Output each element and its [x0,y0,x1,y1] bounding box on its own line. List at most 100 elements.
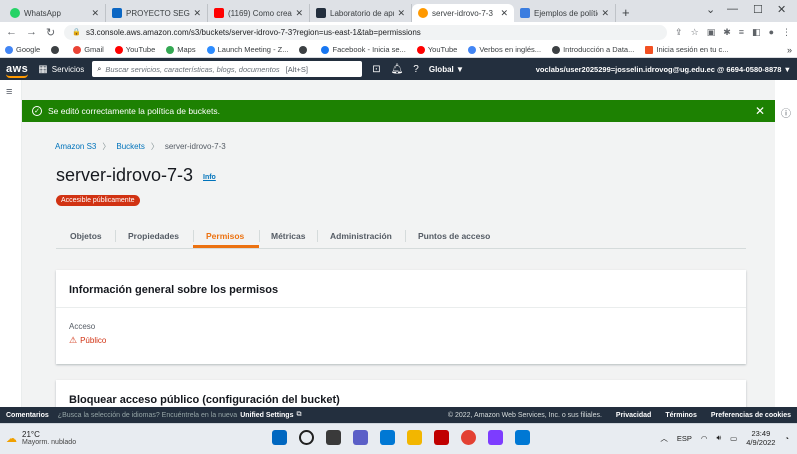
close-tab-icon[interactable]: ✕ [193,8,201,19]
forward-icon[interactable]: → [26,26,37,38]
search-taskbar-icon[interactable] [299,430,314,445]
region-selector[interactable]: Global ▼ [429,65,464,74]
app-icon[interactable] [434,430,449,445]
extension-icon[interactable]: ▣ [707,27,716,38]
back-icon[interactable]: ← [6,26,17,38]
tab-administracion[interactable]: Administración [330,231,392,241]
browser-tab-s3[interactable]: server-idrovo-7-3 ✕ [412,4,514,22]
tab-divider [317,230,318,242]
puzzle-icon[interactable]: ✱ [723,27,731,38]
bookmark-google[interactable]: Google [5,45,40,54]
breadcrumb-amazon-s3[interactable]: Amazon S3 [55,142,96,151]
bell-icon[interactable]: 🔔︎ [391,64,404,75]
services-menu-button[interactable]: ▦ Servicios [38,64,84,75]
bookmark-gmail[interactable]: Gmail [73,45,104,54]
aws-search-input[interactable]: ⌕ Buscar servicios, características, blo… [92,61,363,77]
weather-widget[interactable]: ☁ 21°C Mayorm. nublado [6,430,76,446]
new-tab-button[interactable]: + [622,5,630,20]
chrome-icon[interactable] [461,430,476,445]
feedback-link[interactable]: Comentarios [6,412,49,419]
tab-permisos[interactable]: Permisos [206,231,244,241]
notification-icon[interactable]: ◔ [784,434,789,443]
services-label: Servicios [51,64,85,74]
info-link[interactable]: Info [203,174,216,181]
close-tab-icon[interactable]: ✕ [397,8,405,19]
file-explorer-icon[interactable] [407,430,422,445]
url-bar[interactable]: 🔒 s3.console.aws.amazon.com/s3/buckets/s… [64,24,668,40]
access-value-text: Público [80,336,107,345]
more-bookmarks-icon[interactable]: » [787,45,792,55]
reload-icon[interactable]: ↻ [46,26,55,39]
language-prompt: ¿Busca la selección de idiomas? Encuéntr… [57,411,238,419]
mail-icon[interactable] [380,430,395,445]
unified-settings-link[interactable]: Unified Settings [240,412,293,419]
menu-kebab-icon[interactable]: ⋮ [782,27,791,38]
bookmark-github[interactable] [51,45,62,54]
help-icon[interactable]: ? [413,64,419,75]
bookmark-youtube[interactable]: YouTube [114,45,155,54]
privacy-link[interactable]: Privacidad [616,412,651,419]
breadcrumb-separator-icon: 〉 [150,142,159,151]
task-view-icon[interactable] [326,430,341,445]
reading-list-icon[interactable]: ≡ [739,27,744,37]
wifi-icon[interactable]: ◠ [701,434,708,443]
bookmark-github-2[interactable] [299,45,310,54]
share-icon[interactable]: ⇪ [675,27,683,38]
block-public-heading: Bloquear acceso público (configuración d… [69,394,340,406]
bookmark-facebook[interactable]: Facebook - Inicia se... [321,45,406,54]
tab-search-icon[interactable]: ⌄ [706,3,715,16]
battery-icon[interactable]: ▭ [730,434,737,443]
browser-tab-ejemplos[interactable]: Ejemplos de política ✕ [514,4,616,22]
dismiss-flash-button[interactable]: ✕ [755,104,765,118]
cookie-preferences-link[interactable]: Preferencias de cookies [711,412,791,419]
hamburger-menu-icon[interactable]: ≡ [6,86,12,98]
tab-title: server-idrovo-7-3 [432,8,493,18]
profile-avatar-icon[interactable]: ● [769,27,774,37]
input-language[interactable]: ESP [677,434,692,443]
search-shortcut: [Alt+S] [285,64,308,74]
browser-tab-strip: WhatsApp ✕ PROYECTO SEGUNDO ✕ (1169) Com… [0,0,797,22]
close-tab-icon[interactable]: ✕ [601,8,609,19]
start-icon[interactable] [272,430,287,445]
clock[interactable]: 23:49 4/9/2022 [746,429,775,447]
bookmarks-bar: Google Gmail YouTube Maps Launch Meeting… [0,42,797,58]
volume-icon[interactable]: 🔊︎ [716,433,721,443]
tab-puntos-de-acceso[interactable]: Puntos de acceso [418,231,490,241]
browser-tab-whatsapp[interactable]: WhatsApp ✕ [4,4,106,22]
chevron-up-icon[interactable]: ︿ [660,433,668,444]
bookmark-data[interactable]: Introducción a Data... [552,45,634,54]
close-tab-icon[interactable]: ✕ [500,8,508,19]
page-title: server-idrovo-7-3 [56,165,194,185]
bookmark-youtube-2[interactable]: YouTube [416,45,457,54]
sidepanel-icon[interactable]: ◧ [752,27,761,38]
browser-tab-proyecto[interactable]: PROYECTO SEGUNDO ✕ [106,4,208,22]
maps-icon [166,45,175,54]
bookmark-maps[interactable]: Maps [166,45,196,54]
browser-tab-laboratorio[interactable]: Laboratorio de aprendizaje ✕ [310,4,412,22]
bookmark-zoom[interactable]: Launch Meeting - Z... [206,45,288,54]
cloudshell-icon[interactable]: ⊡ [372,64,380,75]
minimize-icon[interactable]: — [727,3,738,15]
info-panel-icon[interactable]: ⓘ [781,105,791,120]
store-icon[interactable] [515,430,530,445]
account-menu[interactable]: voclabs/user2025299=josselin.idrovog@ug.… [536,65,791,74]
bookmark-microsoft[interactable]: Inicia sesión en tu c... [645,45,728,54]
aws-logo[interactable]: aws [6,63,29,78]
tab-propiedades[interactable]: Propiedades [128,231,179,241]
bookmark-verbos[interactable]: Verbos en inglés... [468,45,541,54]
browser-tab-youtube[interactable]: (1169) Como crear ✕ [208,4,310,22]
teams-chat-icon[interactable] [353,430,368,445]
tab-objetos[interactable]: Objetos [70,231,102,241]
close-tab-icon[interactable]: ✕ [91,8,99,19]
breadcrumb-buckets[interactable]: Buckets [116,142,144,151]
paint-icon[interactable] [488,430,503,445]
close-tab-icon[interactable]: ✕ [295,8,303,19]
star-icon[interactable]: ☆ [691,27,699,38]
close-window-icon[interactable]: ✕ [777,3,786,16]
github-icon [51,45,60,54]
terms-link[interactable]: Términos [665,412,697,419]
maximize-icon[interactable]: ☐ [753,3,763,16]
google-icon [5,45,13,54]
tab-metricas[interactable]: Métricas [271,231,306,241]
search-icon: ⌕ [97,64,102,73]
